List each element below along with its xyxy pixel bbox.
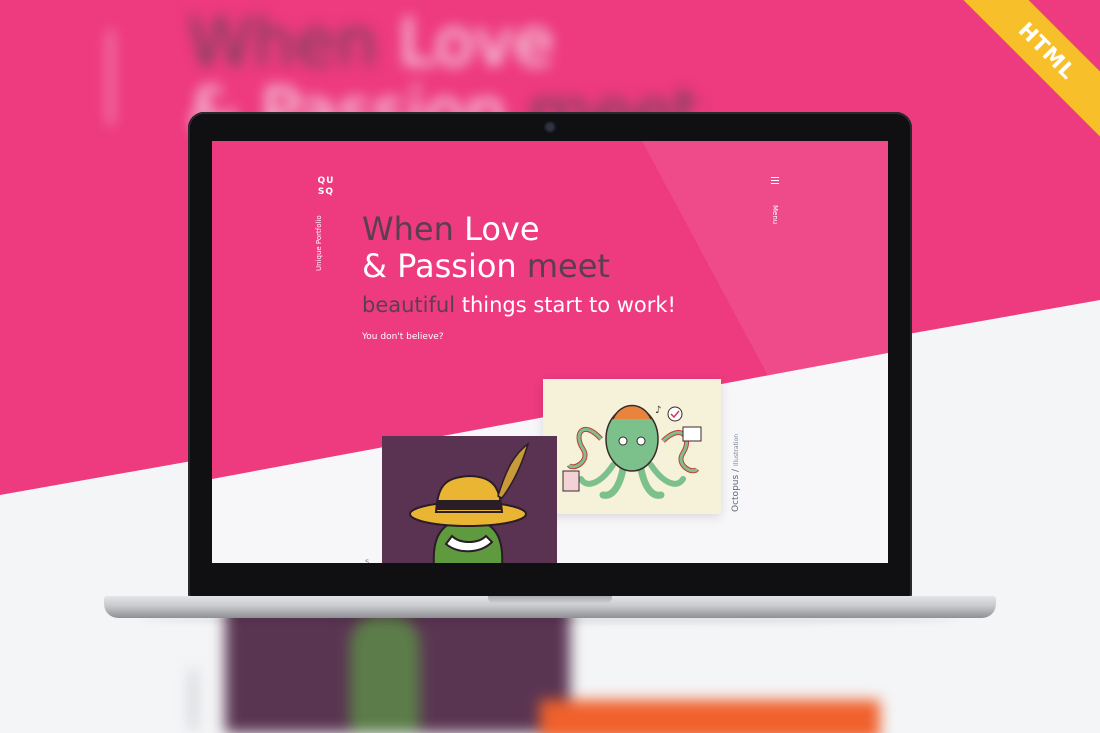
- hero-word: things start to: [461, 293, 611, 317]
- background-headline-word: Love: [398, 4, 555, 81]
- hamburger-icon: [771, 177, 779, 184]
- laptop-base: [104, 596, 996, 618]
- background-vertical-text: [108, 30, 113, 125]
- html-badge: HTML: [960, 0, 1100, 140]
- hero-word: Love: [464, 210, 540, 248]
- laptop-notch: [488, 596, 612, 604]
- project-category: Illustration: [733, 433, 740, 467]
- octopus-illustration: ♪: [562, 404, 702, 499]
- project-caption-mask: s: [365, 557, 370, 563]
- project-card-mask[interactable]: [382, 436, 557, 563]
- hero-cta-link[interactable]: You don't believe?: [362, 332, 444, 342]
- project-card-octopus[interactable]: ♪: [543, 379, 721, 514]
- hero-word: meet: [526, 247, 610, 285]
- laptop-screen: QU SQ Unique Portfolio Menu When Love & …: [212, 141, 888, 563]
- hero-word: When: [362, 210, 454, 248]
- site-tagline: Unique Portfolio: [315, 215, 323, 271]
- background-orange-card: [540, 700, 880, 733]
- mask-character-illustration: [409, 442, 530, 563]
- project-caption-octopus[interactable]: Octopus / Illustration: [731, 434, 741, 512]
- camera-icon: [546, 123, 554, 131]
- project-separator: /: [731, 468, 741, 472]
- site-logo[interactable]: QU SQ: [315, 176, 337, 198]
- logo-line: QU: [317, 176, 335, 186]
- hero-subheadline: beautiful things start to work!: [362, 292, 676, 318]
- hero-word: & Passion: [362, 247, 517, 285]
- project-title: Octopus: [731, 474, 741, 512]
- background-headline-word: When: [188, 4, 378, 81]
- logo-line: SQ: [317, 187, 335, 197]
- hero-headline: When Love & Passion meet: [362, 211, 610, 285]
- svg-text:♪: ♪: [655, 405, 661, 416]
- html-badge-label: HTML: [960, 0, 1100, 140]
- background-scroll-indicator: [190, 670, 196, 730]
- menu-button[interactable]: [768, 177, 782, 186]
- hero-word: work!: [616, 293, 676, 317]
- background-figure: [350, 615, 420, 733]
- menu-label[interactable]: Menu: [771, 205, 779, 224]
- hero-word: beautiful: [362, 293, 456, 317]
